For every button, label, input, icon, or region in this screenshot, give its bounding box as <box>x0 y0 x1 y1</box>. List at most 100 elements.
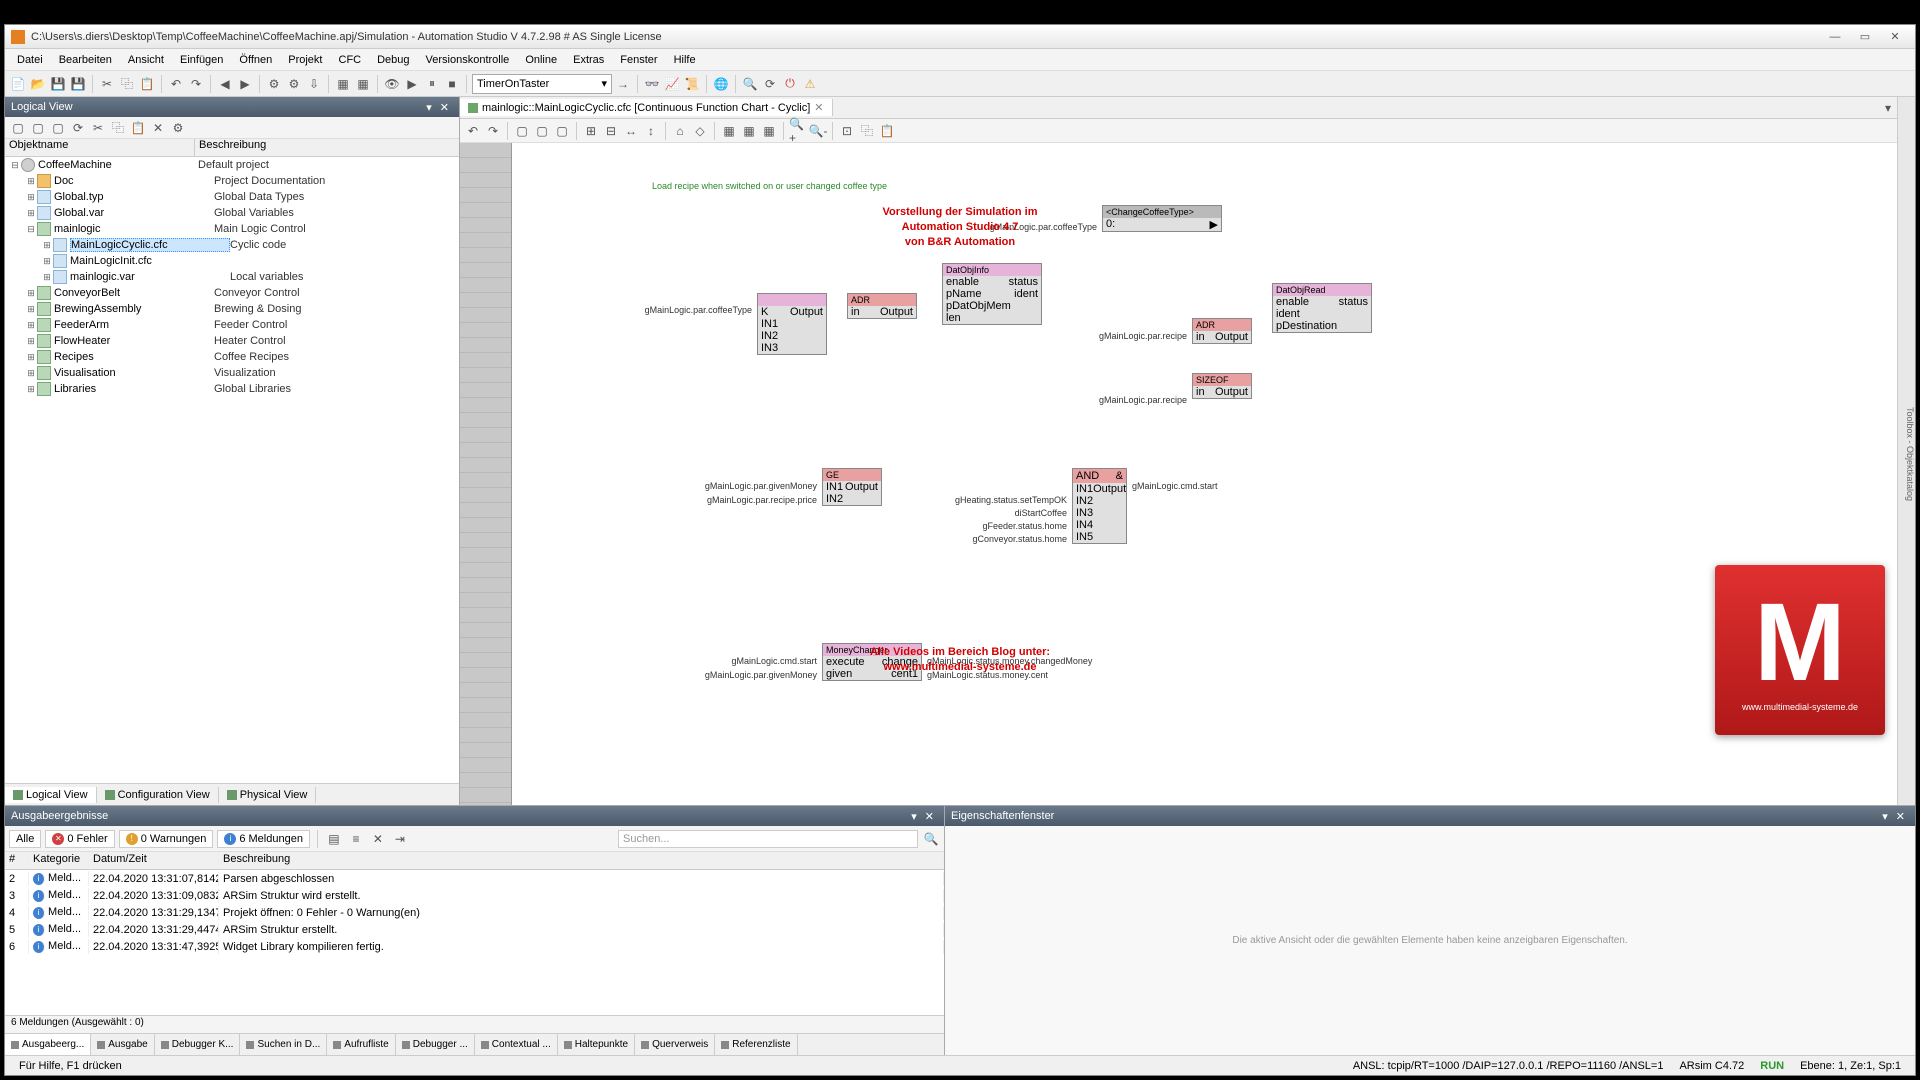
tree-row[interactable]: ⊞RecipesCoffee Recipes <box>5 349 459 365</box>
build-icon[interactable]: ⚙ <box>265 75 283 93</box>
menu-einfügen[interactable]: Einfügen <box>172 52 231 68</box>
cfc-btn[interactable]: ↶ <box>464 122 482 140</box>
output-search[interactable]: Suchen... <box>618 830 918 848</box>
editor-tab-cfc[interactable]: mainlogic::MainLogicCyclic.cfc [Continuo… <box>460 99 833 116</box>
pane-close-icon[interactable]: ✕ <box>436 101 453 114</box>
monitor-icon[interactable]: 👁 <box>383 75 401 93</box>
menu-cfc[interactable]: CFC <box>331 52 370 68</box>
maximize-button[interactable]: ▭ <box>1851 28 1879 46</box>
output-row[interactable]: 4i Meld...22.04.2020 13:31:29,1347Projek… <box>5 904 944 921</box>
globe-icon[interactable]: 🌐 <box>712 75 730 93</box>
filter-all[interactable]: Alle <box>9 830 41 848</box>
output-row[interactable]: 3i Meld...22.04.2020 13:31:09,0832ARSim … <box>5 887 944 904</box>
undo-icon[interactable]: ↶ <box>167 75 185 93</box>
zoom-out-icon[interactable]: 🔍- <box>809 122 827 140</box>
output-table[interactable]: # Kategorie Datum/Zeit Beschreibung 2i M… <box>5 852 944 1015</box>
pane-close-icon[interactable]: ✕ <box>921 810 938 823</box>
new-icon[interactable]: 📄 <box>9 75 27 93</box>
twisty-icon[interactable]: ⊞ <box>25 288 37 299</box>
output-tab[interactable]: Debugger K... <box>155 1034 241 1055</box>
tree-btn[interactable]: ▢ <box>9 119 27 137</box>
pane-close-icon[interactable]: ✕ <box>1892 810 1909 823</box>
refresh-icon[interactable]: ⟳ <box>761 75 779 93</box>
tab-close-icon[interactable]: ✕ <box>814 101 823 114</box>
twisty-icon[interactable]: ⊟ <box>9 160 21 171</box>
filter-errors[interactable]: ✕0 Fehler <box>45 830 114 848</box>
block-adr2[interactable]: ADR inOutput <box>1192 318 1252 344</box>
open-icon[interactable]: 📂 <box>29 75 47 93</box>
twisty-icon[interactable]: ⊞ <box>41 240 53 251</box>
menu-bearbeiten[interactable]: Bearbeiten <box>51 52 120 68</box>
tree-btn[interactable]: 📋 <box>129 119 147 137</box>
tree-btn[interactable]: ⿻ <box>109 119 127 137</box>
block-moneychanger[interactable]: MoneyChanger executechange givencent1 <box>822 643 922 681</box>
view-tab[interactable]: Physical View <box>219 787 317 803</box>
block-datobjinfo[interactable]: DatObjInfo enablestatus pNameident pDatO… <box>942 263 1042 325</box>
tree-row[interactable]: ⊟CoffeeMachineDefault project <box>5 157 459 173</box>
output-tab[interactable]: Referenzliste <box>715 1034 797 1055</box>
filter-messages[interactable]: i6 Meldungen <box>217 830 310 848</box>
output-tab[interactable]: Haltepunkte <box>558 1034 635 1055</box>
tree-row[interactable]: ⊞DocProject Documentation <box>5 173 459 189</box>
twisty-icon[interactable]: ⊞ <box>25 176 37 187</box>
tree-btn[interactable]: ▢ <box>29 119 47 137</box>
output-tab[interactable]: Aufrufliste <box>327 1034 395 1055</box>
pause-icon[interactable]: ⏸ <box>423 75 441 93</box>
tree-row[interactable]: ⊞ConveyorBeltConveyor Control <box>5 285 459 301</box>
cfc-btn[interactable]: ⊡ <box>838 122 856 140</box>
redo-icon[interactable]: ↷ <box>187 75 205 93</box>
menu-projekt[interactable]: Projekt <box>280 52 330 68</box>
out-btn[interactable]: ⇥ <box>391 830 409 848</box>
cfc-btn[interactable]: 📋 <box>878 122 896 140</box>
tab-list-icon[interactable]: ▾ <box>1879 99 1897 117</box>
nav-fwd-icon[interactable]: ▶ <box>236 75 254 93</box>
cfc-canvas[interactable]: Load recipe when switched on or user cha… <box>460 143 1915 805</box>
block-adr[interactable]: ADR inOutput <box>847 293 917 319</box>
output-row[interactable]: 6i Meld...22.04.2020 13:31:47,3925Widget… <box>5 938 944 955</box>
cfc-btn[interactable]: ↷ <box>484 122 502 140</box>
twisty-icon[interactable]: ⊞ <box>25 192 37 203</box>
tree-row[interactable]: ⊟mainlogicMain Logic Control <box>5 221 459 237</box>
menu-datei[interactable]: Datei <box>9 52 51 68</box>
menu-fenster[interactable]: Fenster <box>612 52 665 68</box>
toolbox-rail[interactable]: Toolbox - Objektkatalog <box>1897 97 1915 805</box>
output-tab[interactable]: Ausgabeerg... <box>5 1034 91 1055</box>
output-tab[interactable]: Suchen in D... <box>240 1034 327 1055</box>
twisty-icon[interactable]: ⊞ <box>25 384 37 395</box>
tree-row[interactable]: ⊞Global.varGlobal Variables <box>5 205 459 221</box>
cut-icon[interactable]: ✂ <box>98 75 116 93</box>
cfc-btn[interactable]: ▦ <box>760 122 778 140</box>
block-and[interactable]: AND & IN1Output IN2 IN3 IN4 IN5 <box>1072 468 1127 544</box>
cfc-btn[interactable]: ▢ <box>553 122 571 140</box>
output-row[interactable]: 5i Meld...22.04.2020 13:31:29,4474ARSim … <box>5 921 944 938</box>
menu-hilfe[interactable]: Hilfe <box>666 52 704 68</box>
tree-row[interactable]: ⊞MainLogicInit.cfc <box>5 253 459 269</box>
tree-row[interactable]: ⊞FlowHeaterHeater Control <box>5 333 459 349</box>
menu-versionskontrolle[interactable]: Versionskontrolle <box>418 52 518 68</box>
twisty-icon[interactable]: ⊟ <box>25 224 37 235</box>
block-changecoffeetype[interactable]: <ChangeCoffeeType> 0:▶ <box>1102 205 1222 232</box>
search-icon[interactable]: 🔍 <box>741 75 759 93</box>
view-tab[interactable]: Configuration View <box>97 787 219 803</box>
cfc-btn[interactable]: ⊟ <box>602 122 620 140</box>
tree-btn[interactable]: ✂ <box>89 119 107 137</box>
twisty-icon[interactable]: ⊞ <box>41 272 53 283</box>
cfc-btn[interactable]: ⿻ <box>858 122 876 140</box>
save-icon[interactable]: 💾 <box>49 75 67 93</box>
tree-btn[interactable]: ▢ <box>49 119 67 137</box>
cfc-btn[interactable]: ▢ <box>533 122 551 140</box>
pane-pin-icon[interactable]: ▾ <box>907 810 921 823</box>
search-go-icon[interactable]: 🔍 <box>922 830 940 848</box>
out-btn[interactable]: ✕ <box>369 830 387 848</box>
cfc-btn[interactable]: ↔ <box>622 122 640 140</box>
menu-ansicht[interactable]: Ansicht <box>120 52 172 68</box>
close-button[interactable]: ✕ <box>1881 28 1909 46</box>
output-row[interactable]: 2i Meld...22.04.2020 13:31:07,8142Parsen… <box>5 870 944 887</box>
cfc-btn[interactable]: ▦ <box>740 122 758 140</box>
grid-icon[interactable]: ▦ <box>334 75 352 93</box>
minimize-button[interactable]: — <box>1821 28 1849 46</box>
twisty-icon[interactable]: ⊞ <box>25 208 37 219</box>
block-sizeof[interactable]: SIZEOF inOutput <box>1192 373 1252 399</box>
tree-btn[interactable]: ⟳ <box>69 119 87 137</box>
twisty-icon[interactable]: ⊞ <box>25 336 37 347</box>
